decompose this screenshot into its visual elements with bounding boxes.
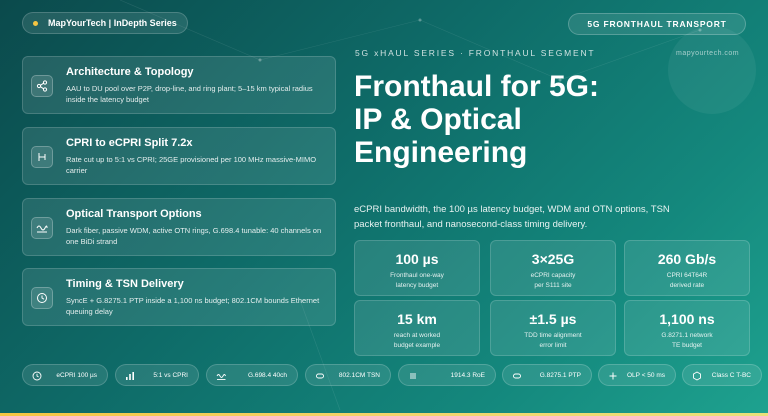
- pill-olp: OLP < 50 ms: [598, 364, 676, 386]
- stat-value: ±1.5 µs: [529, 311, 577, 327]
- card-description: Rate cut up to 5:1 vs CPRI; 25GE provisi…: [66, 155, 317, 175]
- brand-badge: MapYourTech | InDepth Series: [22, 12, 188, 34]
- pill-label: G.8275.1 PTP: [539, 372, 581, 379]
- pill-label: G.698.4 40ch: [247, 372, 287, 379]
- clock-icon: [31, 287, 53, 309]
- stat-label: latency budget: [395, 282, 439, 289]
- card-description: AAU to DU pool over P2P, drop-line, and …: [66, 84, 313, 104]
- card-title: Timing & TSN Delivery: [66, 278, 184, 290]
- pill-label: eCPRI 100 µs: [56, 372, 97, 379]
- stat-label: error limit: [539, 342, 567, 349]
- series-label: 5G xHAUL SERIES · FRONTHAUL SEGMENT: [355, 48, 596, 58]
- title-line: Engineering: [354, 136, 528, 169]
- stat-label: reach at worked: [393, 332, 441, 339]
- stat-label: Fronthaul one-way: [390, 272, 444, 279]
- brand-label: MapYourTech | InDepth Series: [48, 18, 177, 28]
- clock-icon: [31, 370, 43, 382]
- stat-value: 3×25G: [531, 251, 575, 267]
- pill-tsn: 802.1CM TSN: [305, 364, 391, 386]
- plus-icon: [607, 370, 619, 382]
- stat-tile: 1,100 ns G.8271.1 network TE budget: [624, 300, 750, 356]
- stat-tile: 100 µs Fronthaul one-way latency budget: [354, 240, 480, 296]
- pill-roe: 1914.3 RoE: [398, 364, 496, 386]
- site-label: mapyourtech.com: [676, 50, 740, 57]
- card-timing-tsn: Timing & TSN Delivery SyncE + G.8275.1 P…: [22, 268, 336, 326]
- card-cpri-split: CPRI to eCPRI Split 7.2x Rate cut up to …: [22, 127, 336, 185]
- pill-wdm: G.698.4 40ch: [206, 364, 298, 386]
- pill-ratio: 5:1 vs CPRI: [115, 364, 199, 386]
- stat-label: eCPRI capacity: [530, 272, 576, 279]
- stat-label: budget example: [393, 342, 441, 349]
- card-title: Optical Transport Options: [66, 208, 202, 220]
- stat-tile: ±1.5 µs TDD time alignment error limit: [490, 300, 616, 356]
- stat-value: 1,100 ns: [659, 311, 715, 327]
- split-icon: [31, 146, 53, 168]
- title-line: Fronthaul for 5G:: [354, 70, 599, 103]
- pill-label: 802.1CM TSN: [338, 372, 380, 379]
- link-icon: [511, 370, 523, 382]
- share-nodes-icon: [31, 75, 53, 97]
- card-architecture: Architecture & Topology AAU to DU pool o…: [22, 56, 336, 114]
- stat-value: 260 Gb/s: [657, 251, 717, 267]
- wave-icon: [31, 217, 53, 239]
- menu-icon: [407, 370, 419, 382]
- hexagon-icon: [691, 370, 703, 382]
- pill-label: OLP < 50 ms: [627, 372, 665, 379]
- wave-icon: [215, 370, 227, 382]
- stat-label: TE budget: [672, 342, 702, 349]
- pill-ptp: G.8275.1 PTP: [502, 364, 592, 386]
- stat-label: per S111 site: [534, 282, 572, 289]
- pill-label: 5:1 vs CPRI: [153, 372, 188, 379]
- card-optical-transport: Optical Transport Options Dark fiber, pa…: [22, 198, 336, 256]
- stat-tile: 260 Gb/s CPRI 64T64R derived rate: [624, 240, 750, 296]
- stat-label: TDD time alignment: [524, 332, 582, 339]
- stat-tile: 3×25G eCPRI capacity per S111 site: [490, 240, 616, 296]
- pill-label: Class C T-BC: [711, 372, 751, 379]
- stat-label: CPRI 64T64R: [666, 272, 708, 279]
- pill-latency: eCPRI 100 µs: [22, 364, 108, 386]
- topic-badge: 5G FRONTHAUL TRANSPORT: [568, 13, 746, 35]
- pill-tbc: Class C T-BC: [682, 364, 762, 386]
- stat-value: 100 µs: [395, 251, 439, 267]
- card-title: CPRI to eCPRI Split 7.2x: [66, 137, 193, 149]
- title-line: IP & Optical: [354, 103, 522, 136]
- brand-dot-icon: [33, 20, 38, 26]
- bar-chart-icon: [124, 370, 136, 382]
- stat-tile: 15 km reach at worked budget example: [354, 300, 480, 356]
- stat-value: 15 km: [397, 311, 437, 327]
- card-title: Architecture & Topology: [66, 66, 194, 78]
- pill-label: 1914.3 RoE: [450, 372, 485, 379]
- card-description: SyncE + G.8275.1 PTP inside a 1,100 ns b…: [66, 296, 320, 316]
- stat-label: derived rate: [669, 282, 705, 289]
- link-icon: [314, 370, 326, 382]
- card-description: Dark fiber, passive WDM, active OTN ring…: [66, 226, 322, 246]
- stat-label: G.8271.1 network: [661, 332, 713, 339]
- page-subtitle: eCPRI bandwidth, the 100 µs latency budg…: [354, 204, 670, 230]
- page-title: Fronthaul for 5G: IP & Optical Engineeri…: [354, 70, 674, 169]
